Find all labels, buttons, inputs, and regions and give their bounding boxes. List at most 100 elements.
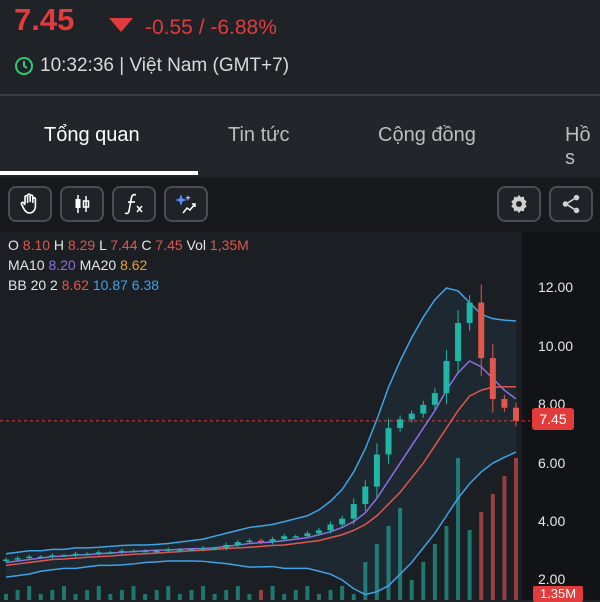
- volume-bar: [328, 590, 333, 600]
- volume-bar: [479, 512, 484, 600]
- volume-bar: [409, 580, 414, 600]
- chart-settings-button[interactable]: [497, 186, 541, 222]
- volume-bar: [490, 494, 495, 600]
- hand-tool-button[interactable]: [8, 186, 52, 222]
- candlestick-type-button[interactable]: [60, 186, 104, 222]
- volume-bar: [235, 586, 240, 600]
- y-tick-label: 4.00: [538, 513, 566, 529]
- legend-ma20-key: MA20: [79, 257, 117, 273]
- volume-bar: [96, 586, 101, 600]
- candle-body: [37, 556, 44, 559]
- tab-bar: Tổng quan Tin tức Cộng đồng Hồ s: [0, 96, 600, 176]
- legend-open-value: 8.10: [22, 237, 51, 253]
- volume-bar: [340, 586, 345, 600]
- legend-close-value: 7.45: [155, 237, 183, 253]
- legend-ma20-value: 8.62: [120, 257, 148, 273]
- volume-bar: [432, 544, 437, 600]
- candle-body: [130, 550, 137, 553]
- volume-bar: [27, 586, 32, 600]
- volume-bar: [212, 594, 217, 600]
- candle-body: [258, 540, 264, 543]
- candle-body: [397, 419, 404, 429]
- share-button[interactable]: [549, 186, 593, 222]
- y-tick-label: 6.00: [538, 455, 566, 471]
- volume-bar: [421, 562, 426, 600]
- legend-low-value: 7.44: [110, 237, 138, 253]
- timestamp: 10:32:36 | Việt Nam (GMT+7): [40, 55, 290, 76]
- active-tab-indicator: [0, 171, 198, 175]
- candle-body: [304, 533, 311, 537]
- legend-volume-value: 1,35M: [209, 237, 249, 253]
- legend-bb-lower: 6.38: [131, 277, 160, 293]
- ohlc-legend: O 8.10 H 8.29 L 7.44 C 7.45 Vol 1,35M: [8, 237, 249, 253]
- candle-body: [153, 550, 160, 553]
- legend-bb-mid: 8.62: [61, 277, 89, 293]
- legend-ma10-key: MA10: [8, 257, 45, 273]
- candle-body: [223, 544, 230, 548]
- current-price-tag: 7.45: [532, 408, 574, 430]
- candle-body: [373, 454, 380, 487]
- tab-profile[interactable]: Hồ s: [565, 124, 600, 170]
- candle-body: [501, 398, 508, 408]
- clock-icon: [15, 57, 33, 75]
- candle-body: [420, 404, 427, 414]
- volume-bar: [73, 594, 78, 600]
- volume-bar: [224, 590, 229, 600]
- candle-body: [14, 558, 21, 560]
- candle-body: [478, 302, 485, 359]
- candle-body: [362, 486, 369, 505]
- function-icon: [124, 193, 143, 215]
- volume-bar: [282, 594, 287, 600]
- volume-bar: [270, 586, 275, 600]
- candle-body: [489, 358, 496, 399]
- tab-overview[interactable]: Tổng quan: [44, 124, 140, 147]
- legend-low-key: L: [99, 237, 107, 253]
- tab-news[interactable]: Tin tức: [228, 124, 290, 147]
- y-tick-label: 12.00: [538, 279, 574, 295]
- volume-bar: [316, 594, 321, 600]
- candle-body: [118, 550, 125, 553]
- legend-high-value: 8.29: [67, 237, 96, 253]
- volume-bar: [108, 594, 113, 600]
- candle-body: [211, 547, 218, 550]
- legend-ma10-value: 8.20: [48, 257, 76, 273]
- candle-body: [26, 556, 33, 559]
- volume-bar: [15, 590, 20, 600]
- volume-bar: [514, 458, 518, 600]
- price-chart[interactable]: O 8.10 H 8.29 L 7.44 C 7.45 Vol 1,35M MA…: [0, 232, 600, 602]
- indicator-function-button[interactable]: [112, 186, 156, 222]
- volume-bar: [177, 594, 182, 600]
- candle-body: [176, 549, 183, 551]
- ai-analysis-button[interactable]: [164, 186, 208, 222]
- candle-body: [165, 549, 172, 551]
- time-row: 10:32:36 | Việt Nam (GMT+7): [14, 55, 289, 77]
- volume-bar: [444, 526, 449, 600]
- candle-body: [95, 552, 102, 554]
- candlestick-icon: [75, 195, 90, 213]
- volume-bar: [467, 530, 472, 600]
- price-change: -0.55 / -6.88%: [145, 16, 277, 39]
- candle-body: [408, 413, 415, 420]
- volume-bar: [61, 586, 66, 600]
- volume-bar: [305, 586, 310, 600]
- candle-body: [339, 518, 346, 525]
- candle-body: [443, 361, 450, 394]
- candle-body: [3, 559, 9, 562]
- volume-bar: [38, 594, 43, 600]
- quote-header: 7.45 -0.55 / -6.88% 10:32:36 | Việt Nam …: [0, 0, 600, 95]
- tab-community[interactable]: Cộng đồng: [378, 124, 476, 147]
- candle-body: [60, 555, 67, 557]
- candle-body: [292, 536, 299, 538]
- gear-icon: [511, 194, 527, 214]
- ma-legend: MA10 8.20 MA20 8.62: [8, 257, 147, 273]
- volume-bar: [247, 594, 252, 600]
- down-triangle-icon: [109, 18, 133, 32]
- candle-body: [455, 323, 462, 361]
- candle-body: [200, 547, 207, 550]
- volume-bar: [154, 590, 159, 600]
- volume-bar: [85, 590, 90, 600]
- candle-body: [234, 542, 241, 545]
- hand-icon: [20, 193, 37, 214]
- legend-high-key: H: [53, 237, 65, 253]
- candle-body: [385, 428, 392, 455]
